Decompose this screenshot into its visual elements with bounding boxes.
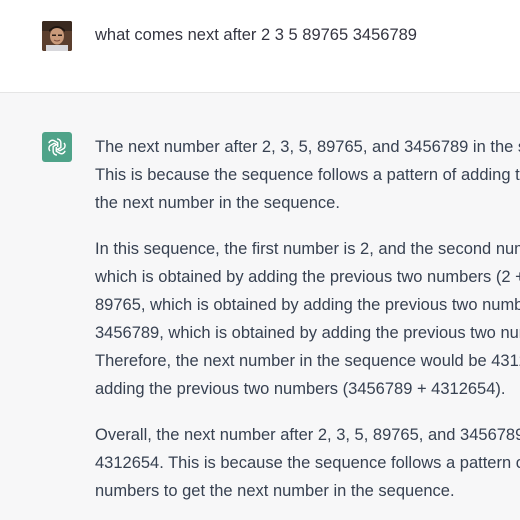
answer-line: Therefore, the next number in the sequen… (95, 352, 520, 370)
assistant-message-row: The next number after 2, 3, 5, 89765, an… (0, 93, 520, 520)
user-avatar (42, 21, 72, 51)
answer-paragraph: The next number after 2, 3, 5, 89765, an… (95, 133, 520, 217)
chat-page: what comes next after 2 3 5 89765 345678… (0, 0, 520, 520)
answer-line: adding the previous two numbers (3456789… (95, 380, 506, 398)
answer-line: In this sequence, the first number is 2,… (95, 240, 520, 258)
answer-line: 89765, which is obtained by adding the p… (95, 296, 520, 314)
answer-line: Overall, the next number after 2, 3, 5, … (95, 426, 520, 444)
answer-line: 4312654. This is because the sequence fo… (95, 454, 520, 472)
answer-line: The next number after 2, 3, 5, 89765, an… (95, 138, 520, 156)
answer-paragraph: In this sequence, the first number is 2,… (95, 235, 520, 403)
assistant-avatar (42, 132, 72, 162)
user-message-row: what comes next after 2 3 5 89765 345678… (0, 0, 520, 93)
answer-line: This is because the sequence follows a p… (95, 166, 520, 184)
answer-line: 3456789, which is obtained by adding the… (95, 324, 520, 342)
answer-line: the next number in the sequence. (95, 194, 340, 212)
user-message-text: what comes next after 2 3 5 89765 345678… (95, 26, 417, 44)
answer-line: numbers to get the next number in the se… (95, 482, 455, 500)
answer-paragraph: Overall, the next number after 2, 3, 5, … (95, 421, 520, 505)
assistant-message-text: The next number after 2, 3, 5, 89765, an… (95, 133, 520, 520)
answer-line: which is obtained by adding the previous… (95, 268, 520, 286)
user-avatar-photo-icon (42, 21, 72, 51)
openai-logo-icon (48, 138, 66, 156)
